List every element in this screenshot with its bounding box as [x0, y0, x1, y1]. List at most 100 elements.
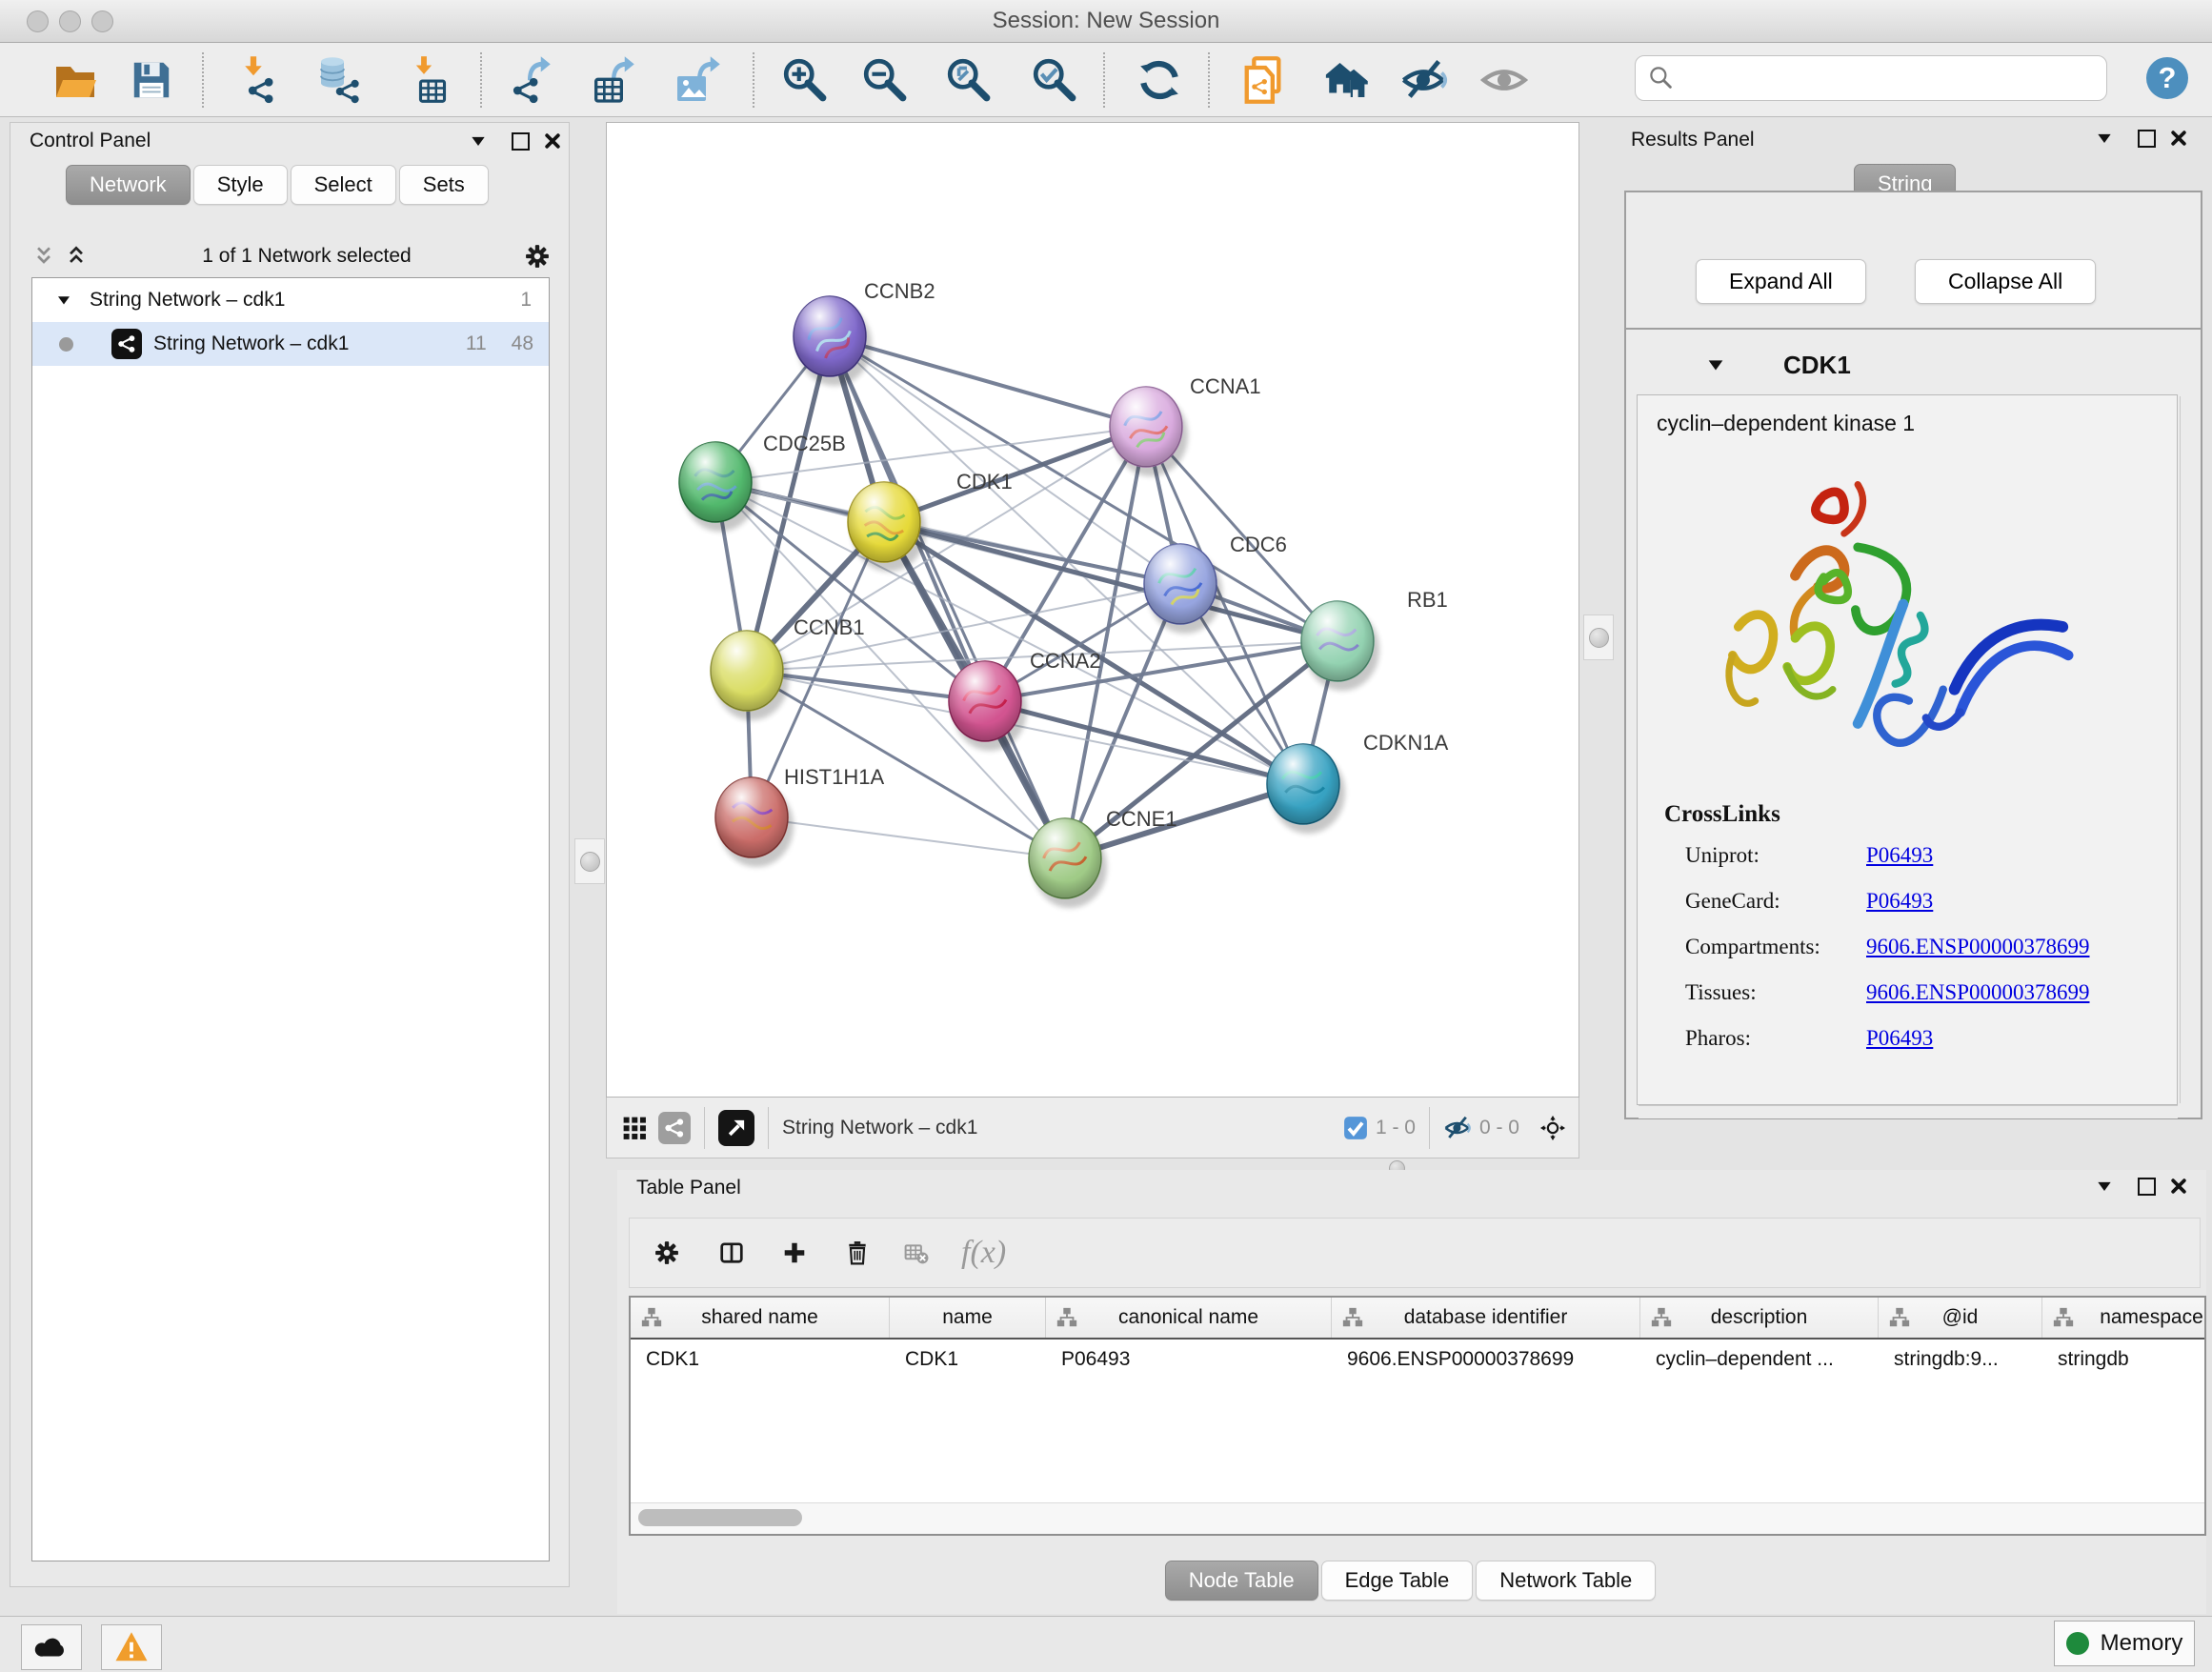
table-cell[interactable]: stringdb: [2042, 1348, 2206, 1371]
network-edge[interactable]: [985, 701, 1303, 784]
network-edge[interactable]: [830, 336, 1337, 641]
table-cell[interactable]: 9606.ENSP00000378699: [1332, 1348, 1640, 1371]
table-cell[interactable]: stringdb:9...: [1879, 1348, 2042, 1371]
network-node[interactable]: [1110, 387, 1182, 467]
column-header[interactable]: database identifier: [1332, 1298, 1640, 1338]
network-edge[interactable]: [752, 817, 1065, 858]
entry-caret-icon[interactable]: [1703, 353, 1728, 377]
network-node[interactable]: [711, 631, 783, 711]
column-header[interactable]: description: [1640, 1298, 1879, 1338]
zoom-out-icon[interactable]: [859, 54, 911, 106]
import-network-database-icon[interactable]: [312, 54, 364, 106]
table-cell[interactable]: P06493: [1046, 1348, 1332, 1371]
network-node[interactable]: [1267, 744, 1339, 824]
network-node[interactable]: [848, 482, 920, 562]
network-node[interactable]: [1144, 544, 1217, 624]
collection-caret-icon[interactable]: [51, 288, 76, 312]
pan-crosshair-icon[interactable]: [1540, 1116, 1565, 1140]
open-session-icon[interactable]: [50, 54, 101, 106]
save-session-icon[interactable]: [126, 54, 177, 106]
cloud-status-button[interactable]: [21, 1624, 82, 1670]
tab-edge-table[interactable]: Edge Table: [1321, 1561, 1474, 1601]
network-node[interactable]: [1029, 818, 1101, 898]
collapse-all-networks-icon[interactable]: [31, 244, 56, 269]
network-node[interactable]: [1301, 601, 1374, 681]
results-horizontal-scrollbar[interactable]: [1639, 1105, 2178, 1118]
warning-status-button[interactable]: [101, 1624, 162, 1670]
crosslink-url[interactable]: P06493: [1866, 843, 1933, 868]
results-panel-menu-caret-icon[interactable]: [2092, 126, 2117, 151]
table-scroll-thumb[interactable]: [638, 1509, 802, 1526]
home-neighborhood-icon[interactable]: [1318, 54, 1370, 106]
export-table-icon[interactable]: [589, 54, 640, 106]
network-node[interactable]: [949, 661, 1021, 741]
right-splitter-handle[interactable]: [1583, 614, 1614, 660]
control-panel-float-icon[interactable]: [508, 129, 533, 153]
column-header[interactable]: shared name: [631, 1298, 890, 1338]
birdseye-view-icon[interactable]: [718, 1110, 754, 1146]
tab-network[interactable]: Network: [66, 165, 191, 205]
network-row[interactable]: String Network – cdk1 11 48: [32, 322, 549, 366]
node-grid-icon[interactable]: [622, 1116, 647, 1140]
delete-column-icon[interactable]: [845, 1240, 870, 1265]
network-graph[interactable]: CCNB2CCNA1CDC25BCDK1CDC6RB1CCNB1CCNA2CDK…: [607, 123, 1579, 1097]
refresh-network-icon[interactable]: [1134, 54, 1185, 106]
expand-all-networks-icon[interactable]: [64, 244, 89, 269]
zoom-in-icon[interactable]: [779, 54, 831, 106]
column-header[interactable]: name: [890, 1298, 1046, 1338]
crosslink-url[interactable]: P06493: [1866, 1026, 1933, 1051]
table-horizontal-scrollbar[interactable]: [631, 1502, 2204, 1534]
crosslink-url[interactable]: P06493: [1866, 889, 1933, 914]
network-node[interactable]: [679, 442, 752, 522]
table-panel-menu-caret-icon[interactable]: [2092, 1174, 2117, 1199]
zoom-selected-icon[interactable]: [1029, 54, 1080, 106]
column-header[interactable]: canonical name: [1046, 1298, 1332, 1338]
table-cell[interactable]: CDK1: [890, 1348, 1046, 1371]
search-input[interactable]: [1676, 65, 2080, 91]
column-header[interactable]: namespace: [2042, 1298, 2206, 1338]
network-canvas[interactable]: CCNB2CCNA1CDC25BCDK1CDC6RB1CCNB1CCNA2CDK…: [606, 122, 1579, 1098]
network-options-gear-icon[interactable]: [525, 244, 550, 269]
tab-select[interactable]: Select: [291, 165, 396, 205]
expand-all-button[interactable]: Expand All: [1696, 259, 1866, 304]
network-share-icon[interactable]: [658, 1112, 691, 1144]
control-panel-close-icon[interactable]: [540, 129, 565, 153]
results-panel-close-icon[interactable]: [2166, 126, 2191, 151]
crosslink-url[interactable]: 9606.ENSP00000378699: [1866, 980, 2090, 1005]
control-panel-menu-caret-icon[interactable]: [466, 129, 491, 153]
network-node[interactable]: [794, 296, 866, 376]
table-cell[interactable]: CDK1: [631, 1348, 890, 1371]
results-panel-float-icon[interactable]: [2134, 126, 2159, 151]
left-splitter-handle[interactable]: [574, 838, 605, 884]
function-builder-icon[interactable]: f(x): [961, 1235, 1006, 1271]
show-all-icon[interactable]: [1478, 54, 1530, 106]
export-image-icon[interactable]: [673, 54, 724, 106]
result-entry-header[interactable]: CDK1: [1632, 338, 2195, 392]
delete-table-icon[interactable]: [904, 1240, 929, 1265]
table-row[interactable]: CDK1CDK1P064939606.ENSP00000378699cyclin…: [631, 1340, 2204, 1380]
hide-selected-icon[interactable]: [1398, 54, 1450, 106]
crosslink-url[interactable]: 9606.ENSP00000378699: [1866, 935, 2090, 959]
export-network-icon[interactable]: [507, 54, 558, 106]
tab-style[interactable]: Style: [193, 165, 288, 205]
show-columns-icon[interactable]: [719, 1240, 744, 1265]
column-header[interactable]: @id: [1879, 1298, 2042, 1338]
import-table-file-icon[interactable]: [400, 54, 452, 106]
collapse-all-button[interactable]: Collapse All: [1915, 259, 2096, 304]
network-node[interactable]: [715, 777, 788, 857]
table-panel-close-icon[interactable]: [2166, 1174, 2191, 1199]
import-network-file-icon[interactable]: [231, 54, 282, 106]
toolbar-search[interactable]: [1635, 55, 2107, 101]
tab-node-table[interactable]: Node Table: [1165, 1561, 1318, 1601]
tab-network-table[interactable]: Network Table: [1476, 1561, 1656, 1601]
results-vertical-scrollbar[interactable]: [2180, 396, 2194, 1103]
hidden-eye-icon[interactable]: [1443, 1114, 1472, 1142]
network-collection-row[interactable]: String Network – cdk1 1: [32, 278, 549, 322]
memory-button[interactable]: Memory: [2054, 1621, 2195, 1666]
selected-checkbox-icon[interactable]: [1343, 1116, 1368, 1140]
table-cell[interactable]: cyclin–dependent ...: [1640, 1348, 1879, 1371]
zoom-fit-icon[interactable]: [943, 54, 995, 106]
table-panel-float-icon[interactable]: [2134, 1174, 2159, 1199]
duplicate-network-icon[interactable]: [1237, 54, 1288, 106]
add-column-icon[interactable]: [782, 1240, 807, 1265]
